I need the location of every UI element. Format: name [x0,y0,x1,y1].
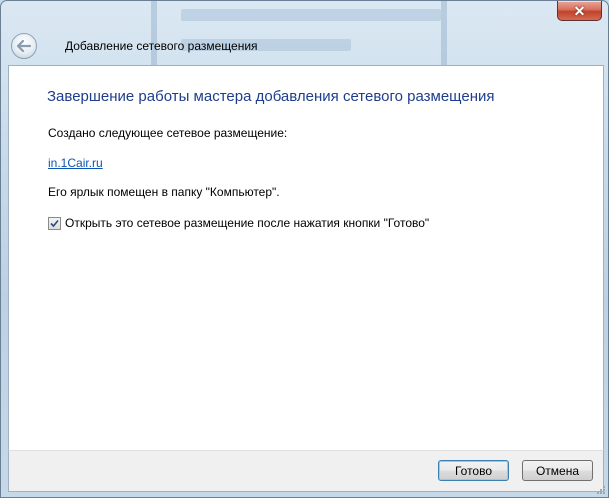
back-button[interactable] [11,33,37,59]
ghost-bar [181,9,441,21]
close-button[interactable]: ✕ [557,1,602,21]
button-bar: Готово Отмена [8,450,604,492]
ghost-edge [441,1,447,65]
finish-button[interactable]: Готово [438,460,509,481]
created-text: Создано следующее сетевое размещение: [48,126,288,140]
open-location-checkbox[interactable] [48,216,61,230]
network-location-link[interactable]: in.1Cair.ru [48,156,103,170]
cancel-button[interactable]: Отмена [522,460,593,481]
close-icon: ✕ [573,2,586,19]
wizard-content: Завершение работы мастера добавления сет… [8,65,604,451]
page-heading: Завершение работы мастера добавления сет… [47,88,495,105]
back-arrow-icon [17,40,31,52]
checkmark-icon [50,219,59,227]
open-location-label: Открыть это сетевое размещение после наж… [65,216,430,230]
wizard-window: ✕ Добавление сетевого размещения Заверше… [0,0,609,498]
open-location-option[interactable]: Открыть это сетевое размещение после наж… [48,216,429,230]
resize-grip-icon[interactable] [596,485,606,495]
background-window-ghost [151,1,451,65]
wizard-title: Добавление сетевого размещения [65,39,258,53]
shortcut-text: Его ярлык помещен в папку "Компьютер". [48,185,280,199]
ghost-edge [151,1,157,65]
